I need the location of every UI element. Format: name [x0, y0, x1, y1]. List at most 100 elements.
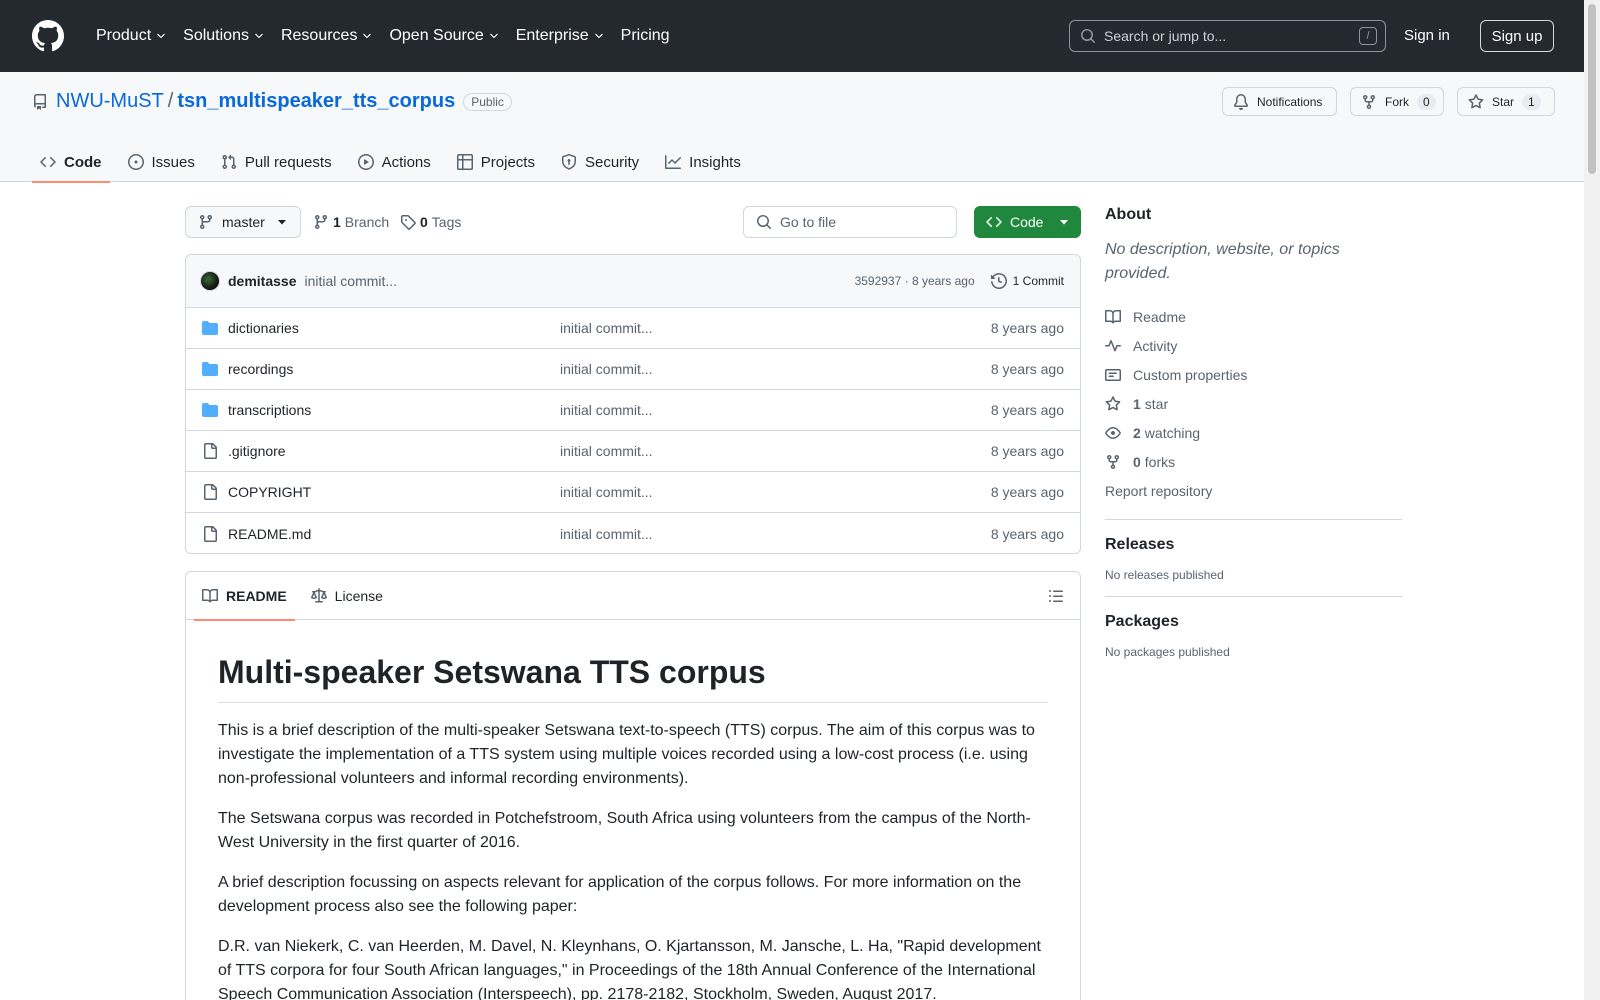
star-icon: [1468, 93, 1484, 110]
commits-history-link[interactable]: 1 Commit: [990, 273, 1064, 289]
repo-sidebar: About No description, website, or topics…: [1105, 206, 1402, 659]
watching-link[interactable]: 2 watching: [1105, 418, 1402, 447]
fork-label: Fork: [1385, 94, 1409, 109]
list-unordered-icon[interactable]: [1048, 588, 1064, 604]
pulse-icon: [1105, 338, 1121, 354]
forks-link[interactable]: 0 forks: [1105, 447, 1402, 476]
file-commit-message[interactable]: initial commit...: [560, 361, 653, 377]
tab-projects[interactable]: Projects: [449, 142, 543, 182]
repo-icon: [32, 93, 48, 110]
repo-header: NWU-MuST / tsn_multispeaker_tts_corpus P…: [0, 72, 1584, 183]
file-commit-message[interactable]: initial commit...: [560, 402, 653, 418]
nav-solutions[interactable]: Solutions: [175, 20, 273, 52]
nav-pricing[interactable]: Pricing: [613, 20, 678, 52]
star-button[interactable]: Star 1: [1457, 87, 1555, 116]
tag-word: Tags: [431, 214, 462, 230]
commit-hash-age[interactable]: 3592937 · 8 years ago: [855, 274, 975, 288]
scrollbar-thumb[interactable]: [1588, 4, 1596, 174]
avatar[interactable]: [200, 271, 220, 291]
nav-open-source-label: Open Source: [389, 27, 484, 44]
file-name-link[interactable]: transcriptions: [228, 402, 560, 418]
file-name-link[interactable]: COPYRIGHT: [228, 484, 560, 500]
custom-properties-link[interactable]: Custom properties: [1105, 360, 1402, 389]
graph-icon: [665, 154, 682, 170]
tab-insights[interactable]: Insights: [657, 142, 749, 182]
readme-link-label: Readme: [1133, 308, 1186, 325]
code-button-label: Code: [1010, 214, 1044, 230]
tab-license[interactable]: License: [303, 572, 391, 620]
readme-paragraph: A brief description focussing on aspects…: [218, 874, 1022, 915]
nav-resources[interactable]: Resources: [273, 20, 381, 52]
table-row[interactable]: README.md initial commit... 8 years ago: [186, 513, 1080, 553]
folder-icon: [202, 361, 218, 377]
folder-icon: [202, 320, 218, 336]
table-row[interactable]: .gitignore initial commit... 8 years ago: [186, 431, 1080, 472]
table-row[interactable]: dictionaries initial commit... 8 years a…: [186, 308, 1080, 349]
github-logo-icon[interactable]: [32, 20, 64, 52]
table-row[interactable]: recordings initial commit... 8 years ago: [186, 349, 1080, 390]
file-commit-message[interactable]: initial commit...: [560, 484, 653, 500]
branch-icon: [313, 214, 329, 230]
nav-enterprise[interactable]: Enterprise: [508, 20, 613, 52]
fork-button[interactable]: Fork 0: [1350, 87, 1444, 116]
packages-heading[interactable]: Packages: [1105, 613, 1402, 631]
file-name-link[interactable]: recordings: [228, 361, 560, 377]
tab-actions[interactable]: Actions: [350, 142, 439, 182]
search-placeholder: Search or jump to...: [1104, 28, 1227, 44]
file-icon: [202, 525, 218, 542]
nav-open-source[interactable]: Open Source: [381, 20, 507, 52]
notifications-button[interactable]: Notifications: [1222, 87, 1337, 116]
tab-issues[interactable]: Issues: [120, 142, 203, 182]
file-commit-message[interactable]: initial commit...: [560, 320, 653, 336]
sign-up-button[interactable]: Sign up: [1480, 20, 1554, 52]
commit-message-link[interactable]: initial commit...: [304, 273, 397, 289]
activity-link[interactable]: Activity: [1105, 331, 1402, 360]
note-icon: [1105, 367, 1121, 383]
file-commit-message[interactable]: initial commit...: [560, 526, 653, 542]
file-name-link[interactable]: .gitignore: [228, 443, 560, 459]
file-list: demitasse initial commit... 3592937 · 8 …: [185, 254, 1081, 554]
releases-heading[interactable]: Releases: [1105, 536, 1402, 554]
tab-code[interactable]: Code: [32, 142, 110, 183]
table-row[interactable]: COPYRIGHT initial commit... 8 years ago: [186, 472, 1080, 513]
branch-icon: [198, 214, 214, 230]
custom-properties-label: Custom properties: [1133, 366, 1248, 383]
fork-icon: [1105, 454, 1121, 470]
readme-paragraph: D.R. van Niekerk, C. van Heerden, M. Dav…: [218, 938, 1041, 1000]
nav-product[interactable]: Product: [88, 20, 175, 52]
chevron-down-icon: [253, 30, 265, 42]
readme-link[interactable]: Readme: [1105, 302, 1402, 331]
stars-link[interactable]: 1 star: [1105, 389, 1402, 418]
commit-author-link[interactable]: demitasse: [228, 273, 296, 289]
file-name-link[interactable]: dictionaries: [228, 320, 560, 336]
nav-product-label: Product: [96, 27, 152, 44]
tab-security[interactable]: Security: [553, 142, 647, 182]
vertical-scrollbar[interactable]: [1584, 0, 1600, 1000]
tab-readme[interactable]: README: [194, 572, 295, 621]
tab-readme-label: README: [226, 587, 287, 604]
file-age: 8 years ago: [990, 402, 1064, 418]
branch-select-button[interactable]: master: [185, 206, 301, 238]
file-commit-message[interactable]: initial commit...: [560, 443, 653, 459]
notifications-label: Notifications: [1257, 94, 1323, 109]
report-repository-link[interactable]: Report repository: [1105, 476, 1402, 505]
go-to-file-input[interactable]: Go to file: [743, 206, 957, 238]
stars-word: star: [1144, 395, 1169, 412]
code-dropdown-button[interactable]: Code: [974, 206, 1081, 238]
branches-link[interactable]: 1 Branch: [313, 206, 389, 238]
tags-link[interactable]: 0 Tags: [400, 206, 461, 238]
search-input[interactable]: Search or jump to... /: [1069, 20, 1386, 52]
tab-pull-requests[interactable]: Pull requests: [213, 142, 340, 182]
repo-path-separator: /: [167, 90, 174, 112]
table-row[interactable]: transcriptions initial commit... 8 years…: [186, 390, 1080, 431]
sign-in-link[interactable]: Sign in: [1404, 22, 1450, 50]
tab-security-label: Security: [584, 153, 640, 171]
tab-insights-label: Insights: [689, 153, 741, 171]
play-icon: [357, 154, 374, 170]
releases-note: No releases published: [1105, 568, 1224, 582]
repo-owner-link[interactable]: NWU-MuST: [56, 90, 164, 113]
file-name-link[interactable]: README.md: [228, 526, 560, 542]
branch-word: Branch: [344, 214, 390, 230]
repo-name-link[interactable]: tsn_multispeaker_tts_corpus: [177, 90, 455, 113]
caret-down-icon: [1059, 217, 1069, 227]
